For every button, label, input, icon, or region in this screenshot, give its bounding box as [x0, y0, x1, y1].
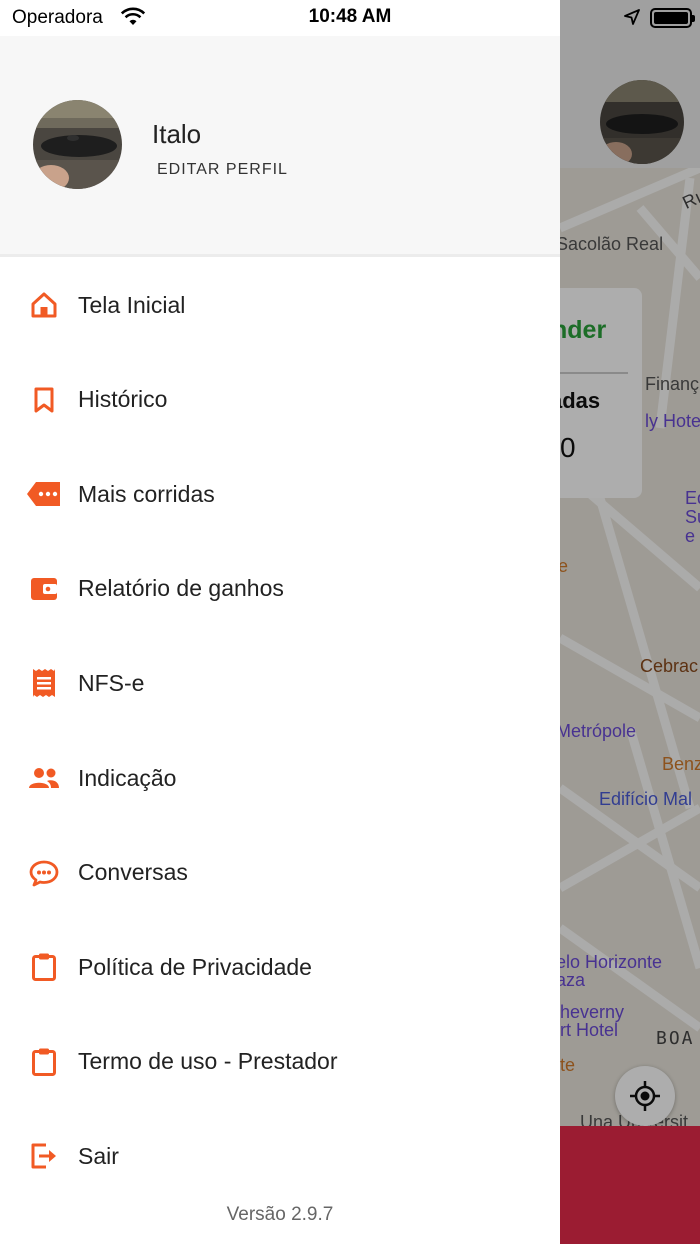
- menu-item-nfse[interactable]: NFS-e: [0, 636, 560, 730]
- location-arrow-icon: [624, 9, 640, 30]
- menu-item-terms-of-use[interactable]: Termo de uso - Prestador: [0, 1015, 560, 1109]
- app-version: Versão 2.9.7: [226, 1204, 334, 1225]
- people-icon: [26, 760, 62, 796]
- menu-item-label: Histórico: [78, 386, 168, 413]
- menu-item-label: Mais corridas: [78, 480, 215, 507]
- menu-item-earnings-report[interactable]: Relatório de ganhos: [0, 542, 560, 636]
- navigation-drawer: Italo EDITAR PERFIL Tela Inicial Históri…: [0, 0, 560, 1244]
- menu-item-label: Conversas: [78, 859, 188, 886]
- menu-item-label: Tela Inicial: [78, 291, 186, 318]
- menu-item-referral[interactable]: Indicação: [0, 731, 560, 825]
- receipt-icon: [26, 665, 62, 701]
- menu-item-label: Política de Privacidade: [78, 953, 312, 980]
- menu-item-label: Relatório de ganhos: [78, 575, 284, 602]
- edit-profile-link[interactable]: EDITAR PERFIL: [157, 161, 288, 179]
- bookmark-icon: [26, 382, 62, 418]
- profile-name: Italo: [152, 119, 202, 149]
- home-icon: [26, 287, 62, 323]
- status-bar: Operadora 10:48 AM: [0, 0, 700, 36]
- clipboard-icon: [26, 949, 62, 985]
- menu-item-more-rides[interactable]: Mais corridas: [0, 447, 560, 541]
- battery-full-icon: [650, 8, 695, 28]
- menu-item-home[interactable]: Tela Inicial: [0, 258, 560, 352]
- menu-item-label: NFS-e: [78, 669, 145, 696]
- wallet-icon: [26, 571, 62, 607]
- menu-item-history[interactable]: Histórico: [0, 353, 560, 447]
- clipboard-icon: [26, 1044, 62, 1080]
- menu-item-logout[interactable]: Sair: [0, 1109, 560, 1203]
- divider: [0, 254, 560, 257]
- profile-header: Italo EDITAR PERFIL: [0, 36, 560, 254]
- menu-item-label: Sair: [78, 1142, 119, 1169]
- menu-item-conversations[interactable]: Conversas: [0, 826, 560, 920]
- logout-icon: [26, 1138, 62, 1174]
- menu-item-privacy-policy[interactable]: Política de Privacidade: [0, 920, 560, 1014]
- clock: 10:48 AM: [308, 6, 392, 27]
- chat-icon: [26, 855, 62, 891]
- avatar[interactable]: [33, 100, 122, 189]
- menu-item-label: Indicação: [78, 764, 177, 791]
- menu-item-label: Termo de uso - Prestador: [78, 1048, 338, 1075]
- more-tag-icon: [26, 476, 62, 512]
